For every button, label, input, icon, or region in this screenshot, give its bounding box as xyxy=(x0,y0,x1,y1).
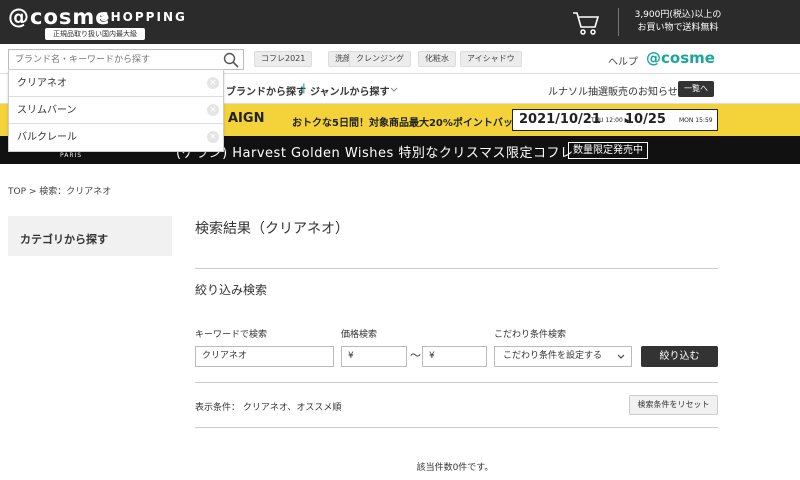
page-title: 検索結果（クリアネオ） xyxy=(195,221,349,237)
start-date: 2021/10/21 xyxy=(519,112,601,127)
list-button[interactable]: 一覧へ xyxy=(678,81,714,97)
suggestion-label: クリアネオ xyxy=(17,78,67,89)
limited-badge: 数量限定発売中 xyxy=(568,142,648,159)
price-max-field[interactable]: ¥ xyxy=(422,346,487,367)
help-link[interactable]: ヘルプ xyxy=(608,53,638,68)
free-shipping-info: 3,900円(税込)以上の お買い物で送料無料 xyxy=(628,9,728,35)
condition-select-value: こだわり条件を設定する xyxy=(503,351,603,361)
category-menu[interactable]: カテゴリから探す xyxy=(8,216,172,256)
shopping-label: SHOPPING xyxy=(100,10,187,24)
shipping-line1: 3,900円(税込)以上の xyxy=(634,10,722,20)
divider xyxy=(195,268,718,269)
suggestion-label: バルクレール xyxy=(17,132,77,143)
keyword-chip-eyeshadow[interactable]: アイシャドウ xyxy=(460,51,522,67)
start-time: THU 12:00 ▶ xyxy=(591,117,630,124)
price-tilde: 〜 xyxy=(410,349,421,362)
shipping-line2: お買い物で送料無料 xyxy=(637,23,719,33)
search-suggestions: クリアネオ × スリムバーン × バルクレール × xyxy=(8,69,224,152)
header-divider xyxy=(618,8,619,36)
keyword-field[interactable]: クリアネオ xyxy=(195,346,334,367)
promo-headline: (ゲラン) Harvest Golden Wishes 特別なクリスマス限定コフ… xyxy=(176,146,574,161)
cosme-site-link[interactable]: @cosme xyxy=(646,49,715,67)
breadcrumb[interactable]: TOP > 検索：クリアネオ xyxy=(8,184,111,197)
search-icon[interactable] xyxy=(223,52,239,68)
keyword-chip-cleansing[interactable]: クレンジング xyxy=(349,51,411,67)
close-icon[interactable]: × xyxy=(207,104,219,116)
price-min-field[interactable]: ¥ xyxy=(341,346,407,367)
suggestion-label: スリムバーン xyxy=(17,105,77,116)
nav-brand[interactable]: ブランドから探す xyxy=(226,83,306,98)
nav-separator: | xyxy=(302,83,306,94)
condition-select[interactable]: こだわり条件を設定する xyxy=(494,346,632,367)
top-header: @cosme SHOPPING 正規品取り扱い国内最大級 3,900円(税込)以… xyxy=(0,0,800,44)
notice-text[interactable]: ルナソル抽選販売のお知らせ xyxy=(548,83,678,98)
campaign-text: おトクな5日間！対象商品最大20%ポイントバック xyxy=(292,118,523,129)
keyword-chip-lotion[interactable]: 化粧水 xyxy=(418,51,456,67)
campaign-date-box: 2021/10/21 THU 12:00 ▶ 10/25 MON 15:59 xyxy=(512,109,718,131)
end-time: MON 15:59 xyxy=(679,117,713,124)
suggestion-item[interactable]: バルクレール × xyxy=(9,124,223,151)
divider xyxy=(195,382,718,383)
cosme-logo[interactable]: @cosme xyxy=(8,5,111,29)
keyword-chip-coffret[interactable]: コフレ2021 xyxy=(254,51,313,67)
nav-genre[interactable]: ジャンルから探す xyxy=(310,83,390,98)
suggestion-item[interactable]: クリアネオ × xyxy=(9,70,223,97)
campaign-label: AIGN xyxy=(228,111,265,126)
cart-icon[interactable] xyxy=(572,10,600,36)
end-date: 10/25 xyxy=(625,112,666,127)
search-input[interactable] xyxy=(9,50,214,69)
keyword-label: キーワードで検索 xyxy=(195,330,268,340)
result-count: 該当件数0件です。 xyxy=(416,463,494,473)
chevron-down-icon xyxy=(390,87,398,92)
divider xyxy=(195,427,718,428)
category-label: カテゴリから探す xyxy=(20,233,108,246)
close-icon[interactable]: × xyxy=(207,131,219,143)
search-box[interactable] xyxy=(8,49,244,70)
filter-title: 絞り込み検索 xyxy=(195,283,268,297)
suggestion-item[interactable]: スリムバーン × xyxy=(9,97,223,124)
reset-button[interactable]: 検索条件をリセット xyxy=(629,395,718,415)
display-conditions: 表示条件： クリアネオ、オススメ順 xyxy=(195,403,342,413)
price-label: 価格検索 xyxy=(341,330,378,340)
logo-badge: 正規品取り扱い国内最大級 xyxy=(45,28,145,40)
condition-label: こだわり条件検索 xyxy=(494,330,567,340)
brand-paris: PARIS xyxy=(60,152,83,159)
chevron-down-icon xyxy=(617,354,625,359)
close-icon[interactable]: × xyxy=(207,77,219,89)
apply-filter-button[interactable]: 絞り込む xyxy=(641,346,718,367)
